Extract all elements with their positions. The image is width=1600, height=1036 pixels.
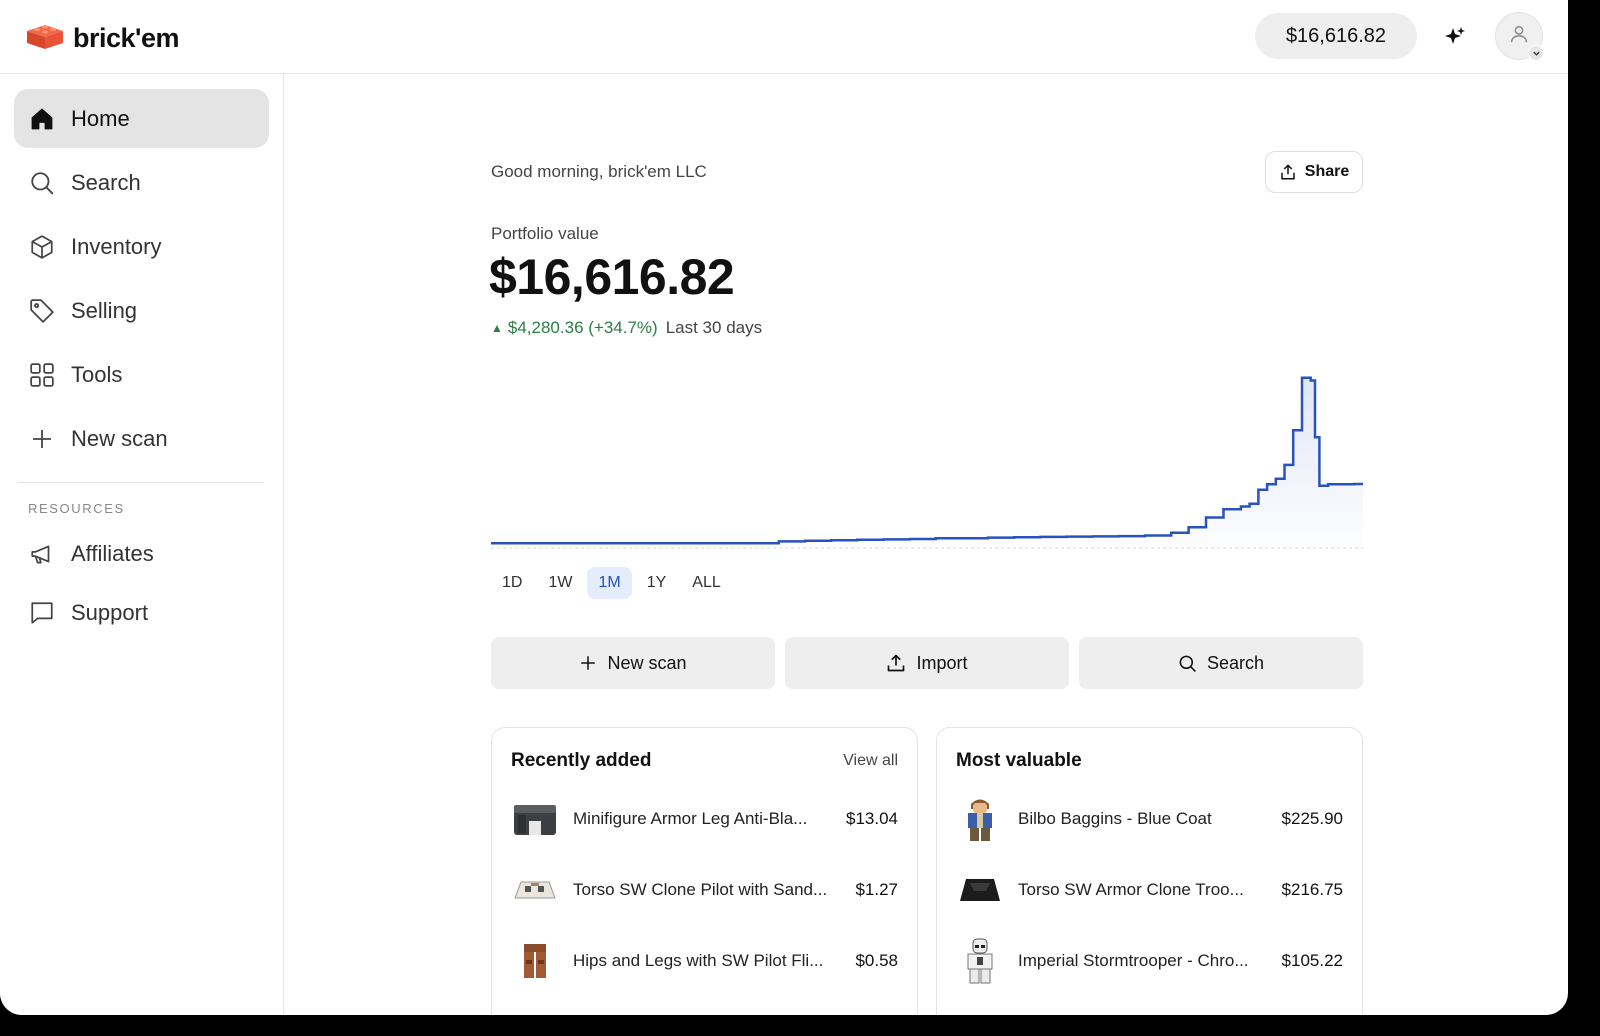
balance-pill[interactable]: $16,616.82 [1255, 13, 1417, 59]
range-1m[interactable]: 1M [587, 567, 632, 599]
sidebar-divider [18, 482, 264, 483]
list-item[interactable]: Hips and Legs with SW Pilot Fli... $0.58 [511, 936, 898, 986]
share-label: Share [1304, 163, 1350, 180]
item-price: $216.75 [1281, 880, 1343, 899]
megaphone-icon [28, 540, 56, 568]
sidebar-item-label: Home [71, 105, 130, 131]
sidebar-item-label: Search [71, 169, 141, 195]
item-name: Hips and Legs with SW Pilot Fli... [573, 951, 824, 970]
plus-icon [28, 425, 56, 453]
sparkles-icon[interactable] [1440, 22, 1470, 52]
item-price: $0.58 [855, 951, 898, 970]
brick-logo-icon [26, 22, 64, 55]
part-thumbnail [956, 866, 1004, 914]
sidebar-item-tools[interactable]: Tools [14, 345, 269, 404]
arrow-up-icon: ▲ [491, 321, 503, 335]
sidebar-item-label: New scan [71, 425, 168, 451]
search-button[interactable]: Search [1079, 637, 1363, 689]
grid-icon [28, 361, 56, 389]
sidebar-item-support[interactable]: Support [14, 583, 269, 642]
item-name: Minifigure Armor Leg Anti-Bla... [573, 809, 808, 828]
list-item[interactable]: Torso SW Clone Pilot with Sand... $1.27 [511, 865, 898, 915]
greeting-text: Good morning, brick'em LLC [491, 162, 707, 181]
sidebar-item-label: Selling [71, 297, 138, 323]
sidebar-item-selling[interactable]: Selling [14, 281, 269, 340]
portfolio-value: $16,616.82 [489, 249, 735, 305]
box-icon [28, 233, 56, 261]
range-selector: 1D 1W 1M 1Y ALL [491, 567, 736, 599]
card-title: Most valuable [956, 750, 1082, 771]
card-title: Recently added [511, 750, 652, 771]
chevron-down-icon [1528, 45, 1544, 61]
sidebar-item-label: Tools [71, 361, 123, 387]
share-button[interactable]: Share [1265, 151, 1363, 193]
range-1d[interactable]: 1D [491, 567, 533, 599]
search-icon [1178, 654, 1197, 673]
list-item[interactable]: Bilbo Baggins - Blue Coat $225.90 [956, 794, 1343, 844]
list-item[interactable]: Imperial Stormtrooper - Chro... $105.22 [956, 936, 1343, 986]
chart-area [491, 377, 1363, 548]
minifigure-thumbnail [956, 937, 1004, 985]
plus-icon [579, 654, 597, 672]
user-icon [1508, 23, 1530, 50]
item-price: $225.90 [1281, 809, 1343, 828]
minifigure-thumbnail [956, 1008, 1004, 1015]
part-thumbnail [511, 937, 559, 985]
top-bar: brick'em $16,616.82 [0, 0, 1568, 74]
new-scan-button[interactable]: New scan [491, 637, 775, 689]
sidebar-item-new-scan[interactable]: New scan [14, 409, 269, 468]
item-price: $1.27 [855, 880, 898, 899]
action-label: Import [916, 652, 968, 673]
item-name: Imperial Stormtrooper - Chro... [1018, 951, 1249, 970]
search-icon [28, 169, 56, 197]
recently-added-card: Recently added View all Minifigure Armor… [491, 727, 918, 1015]
item-name: Torso SW Armor Clone Troo... [1018, 880, 1244, 899]
tag-icon [28, 297, 56, 325]
action-label: New scan [607, 652, 687, 673]
user-avatar[interactable] [1495, 12, 1544, 61]
change-value: $4,280.36 (+34.7%) [507, 318, 658, 337]
portfolio-label: Portfolio value [491, 224, 599, 243]
resources-heading: RESOURCES [28, 501, 125, 516]
sidebar: Home Search Inventory Selling Tools New … [0, 74, 284, 1015]
range-1w[interactable]: 1W [537, 567, 583, 599]
brand-logo[interactable]: brick'em [26, 22, 179, 55]
sidebar-item-label: Support [71, 599, 149, 625]
chat-icon [28, 599, 56, 627]
part-thumbnail [511, 866, 559, 914]
app-window: brick'em $16,616.82 Home Search Inventor… [0, 0, 1568, 1015]
sidebar-item-inventory[interactable]: Inventory [14, 217, 269, 276]
sidebar-item-label: Affiliates [71, 540, 154, 566]
view-all-link[interactable]: View all [843, 752, 898, 770]
item-price: $105.22 [1281, 951, 1343, 970]
range-all[interactable]: ALL [681, 567, 731, 599]
brand-name: brick'em [73, 23, 179, 53]
most-valuable-card: Most valuable Bilbo Baggins - Blue Coat … [936, 727, 1363, 1015]
item-name: Torso SW Clone Pilot with Sand... [573, 880, 828, 899]
sidebar-item-affiliates[interactable]: Affiliates [14, 524, 269, 583]
item-name: Bilbo Baggins - Blue Coat [1018, 809, 1212, 828]
sidebar-item-home[interactable]: Home [14, 89, 269, 148]
portfolio-change: ▲ $4,280.36 (+34.7%) Last 30 days [491, 318, 762, 338]
upload-icon [886, 653, 906, 673]
home-icon [28, 105, 56, 133]
range-1y[interactable]: 1Y [636, 567, 678, 599]
list-item[interactable]: Minifigure Armor Leg Anti-Bla... $13.04 [511, 794, 898, 844]
sidebar-item-search[interactable]: Search [14, 153, 269, 212]
part-thumbnail [511, 795, 559, 843]
import-button[interactable]: Import [785, 637, 1069, 689]
list-item[interactable]: Torso SW Armor Clone Troo... $216.75 [956, 865, 1343, 915]
sidebar-item-label: Inventory [71, 233, 162, 259]
share-icon [1279, 163, 1297, 181]
action-label: Search [1206, 652, 1265, 673]
portfolio-chart[interactable] [491, 362, 1363, 554]
item-price: $13.04 [846, 809, 898, 828]
minifigure-thumbnail [956, 795, 1004, 843]
change-period: Last 30 days [665, 318, 763, 337]
list-item[interactable] [956, 1007, 1343, 1015]
